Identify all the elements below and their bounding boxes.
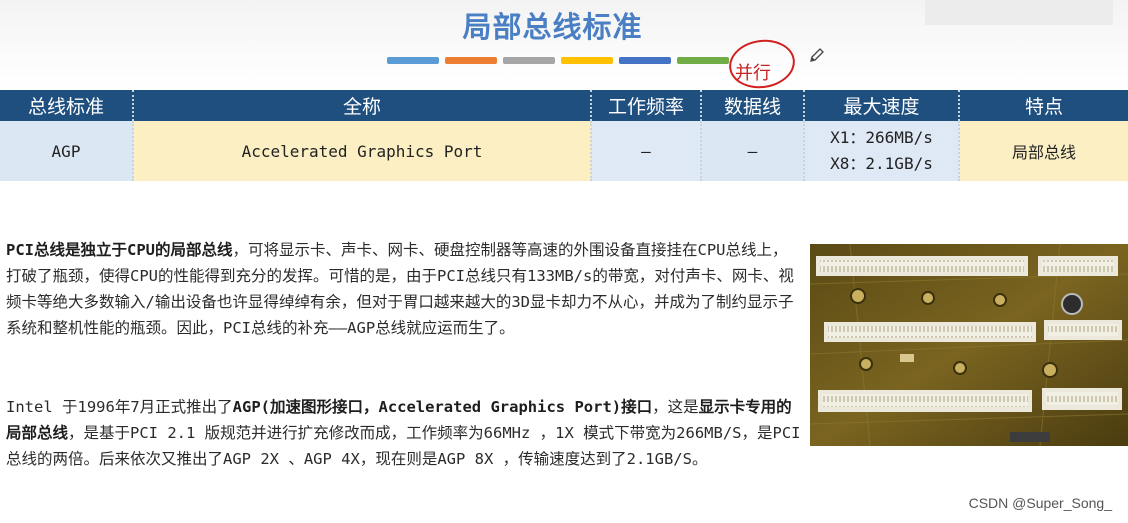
header-standard: 总线标准 (0, 90, 133, 121)
speed-x1: X1：266MB/s (830, 128, 933, 147)
accent-bar-2 (445, 57, 497, 64)
cell-full-name: Accelerated Graphics Port (132, 121, 591, 181)
accent-bar-6 (677, 57, 729, 64)
speed-x8: X8：2.1GB/s (830, 154, 933, 173)
agp-text-2: ，这是 (652, 398, 699, 416)
accent-bar-1 (387, 57, 439, 64)
pci-slots-photo (810, 244, 1128, 446)
agp-text-3: ，是基于PCI 2.1 版规范并进行扩充修改而成，工作频率为66MHz ，1X … (6, 424, 801, 468)
pci-bold-text: PCI总线是独立于CPU的局部总线 (6, 241, 233, 259)
handwritten-note: 并行 (735, 63, 771, 84)
header-data-lines: 数据线 (700, 90, 804, 121)
accent-bar-5 (619, 57, 671, 64)
header-frequency: 工作频率 (590, 90, 701, 121)
pci-paragraph: PCI总线是独立于CPU的局部总线，可将显示卡、声卡、网卡、硬盘控制器等高速的外… (6, 237, 801, 341)
header-feature: 特点 (958, 90, 1128, 121)
accent-bar-3 (503, 57, 555, 64)
cell-data-lines: — (700, 121, 804, 181)
table-row: AGP Accelerated Graphics Port — — X1：266… (0, 121, 1128, 181)
header-max-speed: 最大速度 (803, 90, 959, 121)
agp-bold-1: AGP(加速图形接口，Accelerated Graphics Port)接口 (232, 398, 653, 416)
accent-bar-4 (561, 57, 613, 64)
cell-standard: AGP (0, 121, 133, 181)
cell-max-speed: X1：266MB/s X8：2.1GB/s (803, 121, 959, 181)
cell-frequency: — (590, 121, 701, 181)
cell-feature: 局部总线 (958, 121, 1128, 181)
agp-text-1: Intel 于1996年7月正式推出了 (6, 398, 233, 416)
agp-paragraph: Intel 于1996年7月正式推出了AGP(加速图形接口，Accelerate… (6, 394, 801, 472)
bus-standard-table: 总线标准 全称 工作频率 数据线 最大速度 特点 AGP Accelerated… (0, 90, 1128, 181)
slide-title: 局部总线标准 (462, 10, 643, 44)
pen-icon[interactable] (808, 46, 826, 64)
table-header-row: 总线标准 全称 工作频率 数据线 最大速度 特点 (0, 90, 1128, 121)
header-full-name: 全称 (132, 90, 591, 121)
csdn-watermark: CSDN @Super_Song_ (968, 495, 1112, 511)
